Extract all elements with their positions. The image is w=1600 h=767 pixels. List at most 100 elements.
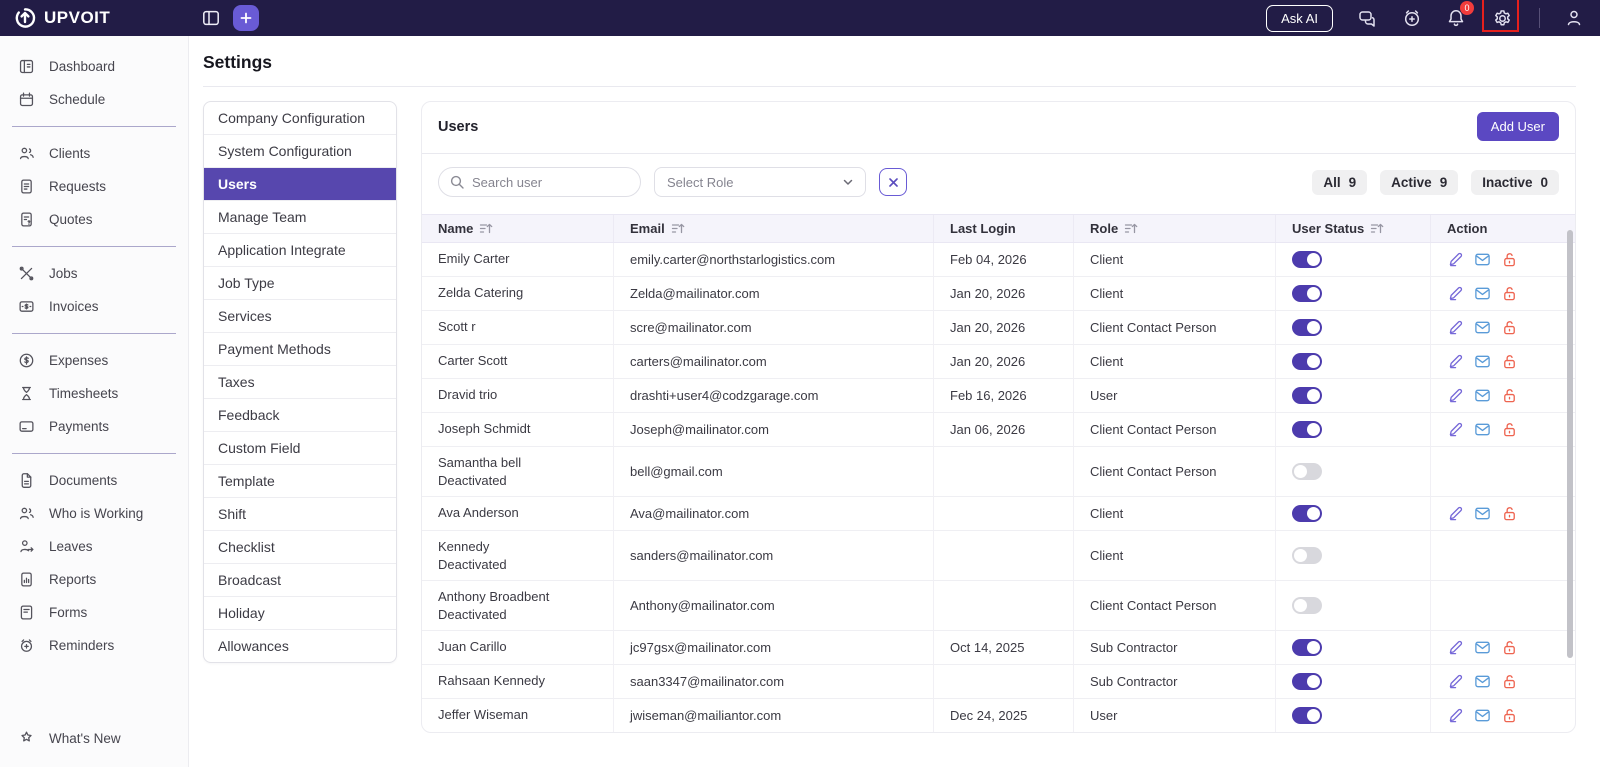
status-toggle[interactable] bbox=[1292, 597, 1322, 614]
role-select[interactable]: Select Role bbox=[654, 167, 866, 197]
filter-chip-active[interactable]: Active9 bbox=[1380, 170, 1458, 195]
quick-add-button[interactable] bbox=[233, 5, 259, 31]
sidebar-item-reports[interactable]: Reports bbox=[0, 563, 188, 596]
search-input[interactable] bbox=[472, 175, 612, 190]
mail-action-button[interactable] bbox=[1474, 353, 1491, 370]
edit-action-button[interactable] bbox=[1447, 505, 1464, 522]
column-header-label: Role bbox=[1090, 221, 1118, 236]
ask-ai-button[interactable]: Ask AI bbox=[1266, 5, 1333, 32]
column-header-email[interactable]: Email bbox=[614, 215, 934, 242]
status-toggle[interactable] bbox=[1292, 251, 1322, 268]
sidebar-item-documents[interactable]: Documents bbox=[0, 464, 188, 497]
unlock-action-button[interactable] bbox=[1501, 421, 1518, 438]
mail-action-button[interactable] bbox=[1474, 505, 1491, 522]
sidebar-item-clients[interactable]: Clients bbox=[0, 137, 188, 170]
settings-nav-item-application-integrate[interactable]: Application Integrate bbox=[204, 234, 396, 267]
add-user-button[interactable]: Add User bbox=[1477, 112, 1559, 141]
sidebar-toggle-button[interactable] bbox=[201, 8, 221, 28]
column-header-role[interactable]: Role bbox=[1074, 215, 1276, 242]
unlock-icon bbox=[1501, 707, 1518, 724]
status-toggle[interactable] bbox=[1292, 463, 1322, 480]
edit-action-button[interactable] bbox=[1447, 353, 1464, 370]
status-toggle[interactable] bbox=[1292, 387, 1322, 404]
unlock-action-button[interactable] bbox=[1501, 673, 1518, 690]
unlock-action-button[interactable] bbox=[1501, 505, 1518, 522]
chat-button[interactable] bbox=[1357, 8, 1378, 29]
edit-action-button[interactable] bbox=[1447, 387, 1464, 404]
status-toggle[interactable] bbox=[1292, 547, 1322, 564]
settings-nav-item-template[interactable]: Template bbox=[204, 465, 396, 498]
sidebar-item-expenses[interactable]: Expenses bbox=[0, 344, 188, 377]
settings-nav-item-users[interactable]: Users bbox=[204, 168, 396, 201]
sidebar-item-requests[interactable]: Requests bbox=[0, 170, 188, 203]
clear-filters-button[interactable] bbox=[879, 168, 907, 196]
settings-nav-item-checklist[interactable]: Checklist bbox=[204, 531, 396, 564]
status-toggle[interactable] bbox=[1292, 285, 1322, 302]
mail-action-button[interactable] bbox=[1474, 673, 1491, 690]
status-toggle[interactable] bbox=[1292, 421, 1322, 438]
edit-action-button[interactable] bbox=[1447, 707, 1464, 724]
settings-nav-item-custom-field[interactable]: Custom Field bbox=[204, 432, 396, 465]
settings-nav-item-holiday[interactable]: Holiday bbox=[204, 597, 396, 630]
edit-action-button[interactable] bbox=[1447, 319, 1464, 336]
unlock-action-button[interactable] bbox=[1501, 251, 1518, 268]
settings-nav-item-allowances[interactable]: Allowances bbox=[204, 630, 396, 662]
unlock-action-button[interactable] bbox=[1501, 639, 1518, 656]
unlock-action-button[interactable] bbox=[1501, 387, 1518, 404]
settings-nav-item-payment-methods[interactable]: Payment Methods bbox=[204, 333, 396, 366]
edit-action-button[interactable] bbox=[1447, 285, 1464, 302]
status-toggle[interactable] bbox=[1292, 505, 1322, 522]
edit-action-button[interactable] bbox=[1447, 639, 1464, 656]
profile-button[interactable] bbox=[1564, 8, 1584, 28]
settings-nav-item-company-configuration[interactable]: Company Configuration bbox=[204, 102, 396, 135]
status-toggle[interactable] bbox=[1292, 639, 1322, 656]
unlock-action-button[interactable] bbox=[1501, 707, 1518, 724]
sidebar-item-label: Forms bbox=[49, 605, 87, 620]
vertical-scrollbar-thumb[interactable] bbox=[1567, 230, 1573, 658]
status-toggle[interactable] bbox=[1292, 319, 1322, 336]
settings-button[interactable] bbox=[1490, 6, 1515, 31]
column-header-name[interactable]: Name bbox=[422, 215, 614, 242]
mail-action-button[interactable] bbox=[1474, 421, 1491, 438]
notifications-button[interactable]: 0 bbox=[1446, 8, 1466, 28]
edit-action-button[interactable] bbox=[1447, 673, 1464, 690]
status-toggle[interactable] bbox=[1292, 707, 1322, 724]
mail-action-button[interactable] bbox=[1474, 707, 1491, 724]
sidebar-item-schedule[interactable]: Schedule bbox=[0, 83, 188, 116]
edit-action-button[interactable] bbox=[1447, 251, 1464, 268]
settings-nav-item-feedback[interactable]: Feedback bbox=[204, 399, 396, 432]
sidebar-item-reminders[interactable]: Reminders bbox=[0, 629, 188, 662]
settings-nav-item-broadcast[interactable]: Broadcast bbox=[204, 564, 396, 597]
mail-action-button[interactable] bbox=[1474, 639, 1491, 656]
mail-action-button[interactable] bbox=[1474, 285, 1491, 302]
settings-nav-item-manage-team[interactable]: Manage Team bbox=[204, 201, 396, 234]
filter-chip-all[interactable]: All9 bbox=[1312, 170, 1367, 195]
sidebar-item-leaves[interactable]: Leaves bbox=[0, 530, 188, 563]
unlock-action-button[interactable] bbox=[1501, 319, 1518, 336]
sidebar-item-forms[interactable]: Forms bbox=[0, 596, 188, 629]
settings-nav-item-taxes[interactable]: Taxes bbox=[204, 366, 396, 399]
status-toggle[interactable] bbox=[1292, 673, 1322, 690]
mail-action-button[interactable] bbox=[1474, 319, 1491, 336]
sidebar-item-invoices[interactable]: Invoices bbox=[0, 290, 188, 323]
unlock-action-button[interactable] bbox=[1501, 285, 1518, 302]
activity-alarm-button[interactable] bbox=[1402, 8, 1422, 28]
settings-nav-item-job-type[interactable]: Job Type bbox=[204, 267, 396, 300]
sidebar-item-dashboard[interactable]: Dashboard bbox=[0, 50, 188, 83]
sidebar-item-timesheets[interactable]: Timesheets bbox=[0, 377, 188, 410]
status-toggle[interactable] bbox=[1292, 353, 1322, 370]
sidebar-item-jobs[interactable]: Jobs bbox=[0, 257, 188, 290]
sidebar-item-whats-new[interactable]: What's New bbox=[0, 722, 188, 755]
sidebar-item-payments[interactable]: Payments bbox=[0, 410, 188, 443]
mail-action-button[interactable] bbox=[1474, 387, 1491, 404]
settings-nav-item-system-configuration[interactable]: System Configuration bbox=[204, 135, 396, 168]
settings-nav-item-services[interactable]: Services bbox=[204, 300, 396, 333]
column-header-user-status[interactable]: User Status bbox=[1276, 215, 1431, 242]
unlock-action-button[interactable] bbox=[1501, 353, 1518, 370]
sidebar-item-quotes[interactable]: Quotes bbox=[0, 203, 188, 236]
filter-chip-inactive[interactable]: Inactive0 bbox=[1471, 170, 1559, 195]
edit-action-button[interactable] bbox=[1447, 421, 1464, 438]
sidebar-item-who-is-working[interactable]: Who is Working bbox=[0, 497, 188, 530]
mail-action-button[interactable] bbox=[1474, 251, 1491, 268]
settings-nav-item-shift[interactable]: Shift bbox=[204, 498, 396, 531]
